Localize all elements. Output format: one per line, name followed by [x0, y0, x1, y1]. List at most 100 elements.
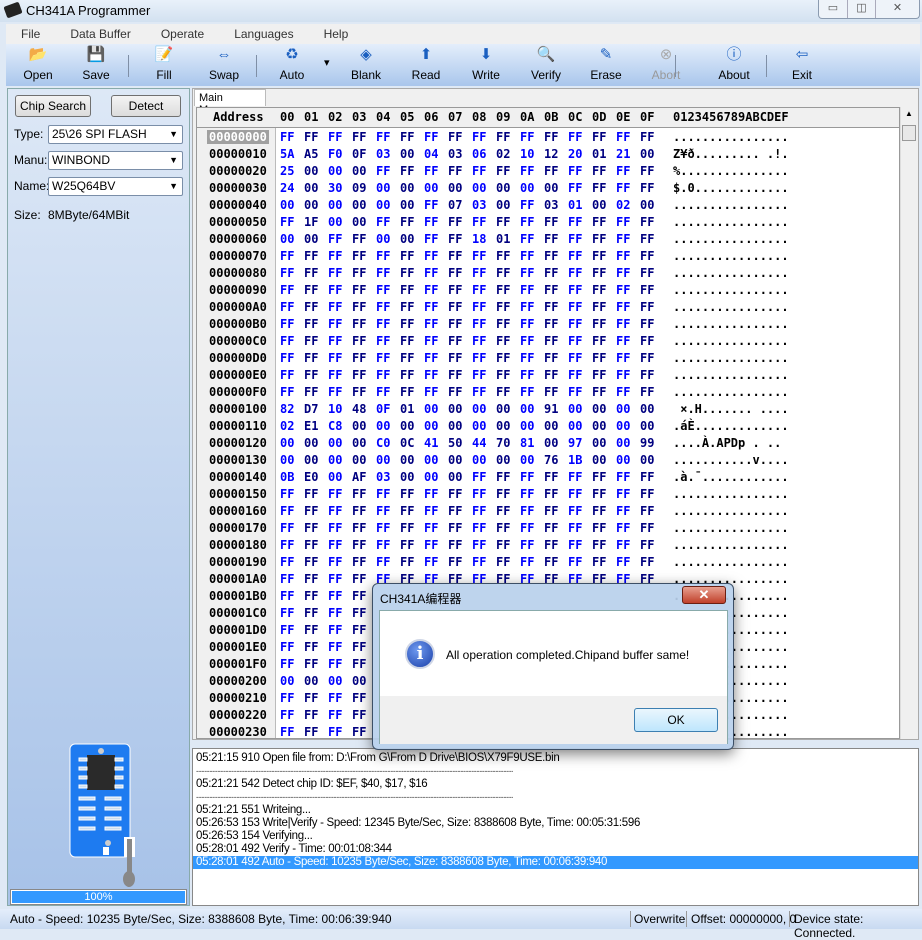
- hex-byte[interactable]: FF: [304, 572, 318, 586]
- hex-byte[interactable]: FF: [568, 130, 582, 144]
- tab-main-memory[interactable]: Main Memory: [194, 89, 266, 116]
- hex-byte[interactable]: FF: [304, 249, 318, 263]
- toolbar-save-button[interactable]: 💾 Save: [68, 46, 124, 82]
- hex-byte[interactable]: FF: [400, 538, 414, 552]
- hex-byte[interactable]: FF: [400, 334, 414, 348]
- hex-byte[interactable]: FF: [328, 368, 342, 382]
- hex-byte[interactable]: FF: [496, 215, 510, 229]
- hex-byte[interactable]: FF: [400, 368, 414, 382]
- hex-byte[interactable]: 00: [376, 181, 390, 195]
- hex-byte[interactable]: 01: [568, 198, 582, 212]
- hex-byte[interactable]: FF: [400, 130, 414, 144]
- hex-byte[interactable]: FF: [568, 232, 582, 246]
- hex-byte[interactable]: FF: [592, 300, 606, 314]
- hex-byte[interactable]: FF: [520, 470, 534, 484]
- hex-byte[interactable]: 18: [472, 232, 486, 246]
- hex-byte[interactable]: FF: [328, 640, 342, 654]
- hex-row[interactable]: 00000030 24 00 30 09 00 00 00 00 00 00 00 00 FF FF FF FF…: [197, 180, 899, 197]
- hex-byte[interactable]: 00: [592, 453, 606, 467]
- hex-byte[interactable]: FF: [592, 470, 606, 484]
- hex-byte[interactable]: FF: [448, 351, 462, 365]
- hex-byte[interactable]: 10: [520, 147, 534, 161]
- hex-byte[interactable]: FF: [304, 657, 318, 671]
- hex-byte[interactable]: 03: [448, 147, 462, 161]
- hex-byte[interactable]: 1F: [304, 215, 318, 229]
- hex-byte[interactable]: FF: [280, 215, 294, 229]
- hex-byte[interactable]: FF: [352, 606, 366, 620]
- hex-byte[interactable]: FF: [304, 266, 318, 280]
- hex-byte[interactable]: FF: [520, 283, 534, 297]
- hex-byte[interactable]: 09: [352, 181, 366, 195]
- hex-byte[interactable]: FF: [544, 130, 558, 144]
- hex-byte[interactable]: FF: [520, 385, 534, 399]
- menu-file[interactable]: File: [6, 24, 55, 44]
- hex-byte[interactable]: 00: [280, 198, 294, 212]
- hex-byte[interactable]: 00: [400, 453, 414, 467]
- hex-byte[interactable]: FF: [424, 334, 438, 348]
- hex-byte[interactable]: 12: [544, 147, 558, 161]
- hex-byte[interactable]: 00: [448, 419, 462, 433]
- hex-byte[interactable]: FF: [280, 623, 294, 637]
- hex-byte[interactable]: FF: [616, 368, 630, 382]
- hex-byte[interactable]: FF: [592, 249, 606, 263]
- hex-byte[interactable]: FF: [592, 181, 606, 195]
- hex-byte[interactable]: FF: [352, 640, 366, 654]
- hex-byte[interactable]: FF: [520, 164, 534, 178]
- hex-byte[interactable]: FF: [280, 555, 294, 569]
- hex-byte[interactable]: FF: [376, 283, 390, 297]
- hex-byte[interactable]: FF: [376, 555, 390, 569]
- hex-byte[interactable]: 00: [568, 419, 582, 433]
- hex-byte[interactable]: 00: [616, 419, 630, 433]
- hex-byte[interactable]: FF: [544, 300, 558, 314]
- hex-byte[interactable]: D7: [304, 402, 318, 416]
- hex-byte[interactable]: 00: [520, 453, 534, 467]
- hex-byte[interactable]: 00: [592, 198, 606, 212]
- hex-byte[interactable]: FF: [280, 283, 294, 297]
- hex-byte[interactable]: 00: [520, 419, 534, 433]
- hex-byte[interactable]: FF: [328, 130, 342, 144]
- hex-byte[interactable]: 00: [352, 215, 366, 229]
- hex-byte[interactable]: FF: [328, 623, 342, 637]
- hex-byte[interactable]: FF: [640, 300, 654, 314]
- hex-byte[interactable]: FF: [352, 266, 366, 280]
- hex-byte[interactable]: FF: [520, 487, 534, 501]
- hex-byte[interactable]: 0F: [352, 147, 366, 161]
- hex-byte[interactable]: 00: [328, 215, 342, 229]
- hex-byte[interactable]: FF: [352, 708, 366, 722]
- hex-byte[interactable]: FF: [400, 266, 414, 280]
- hex-row[interactable]: 00000060 00 00 FF FF 00 00 FF FF 18 01 FF FF FF FF FF FF…: [197, 231, 899, 248]
- hex-byte[interactable]: FF: [448, 521, 462, 535]
- hex-byte[interactable]: FF: [424, 538, 438, 552]
- hex-byte[interactable]: FF: [496, 164, 510, 178]
- toolbar-auto-button[interactable]: ♻ Auto: [264, 46, 320, 82]
- hex-byte[interactable]: FF: [280, 725, 294, 738]
- hex-byte[interactable]: 50: [448, 436, 462, 450]
- hex-byte[interactable]: 00: [544, 419, 558, 433]
- hex-byte[interactable]: 00: [424, 181, 438, 195]
- hex-byte[interactable]: FF: [352, 657, 366, 671]
- hex-row[interactable]: 00000090 FF FF FF FF FF FF FF FF FF FF FF FF FF FF FF FF…: [197, 282, 899, 299]
- hex-byte[interactable]: 00: [352, 436, 366, 450]
- hex-row[interactable]: 00000180 FF FF FF FF FF FF FF FF FF FF FF FF FF FF FF FF…: [197, 537, 899, 554]
- hex-byte[interactable]: FF: [304, 351, 318, 365]
- hex-byte[interactable]: 41: [424, 436, 438, 450]
- hex-byte[interactable]: FF: [496, 334, 510, 348]
- hex-byte[interactable]: 00: [472, 419, 486, 433]
- toolbar-verify-button[interactable]: 🔍 Verify: [518, 46, 574, 82]
- hex-byte[interactable]: FF: [304, 606, 318, 620]
- hex-byte[interactable]: 00: [304, 436, 318, 450]
- hex-byte[interactable]: FF: [592, 521, 606, 535]
- hex-byte[interactable]: FF: [568, 368, 582, 382]
- hex-byte[interactable]: FF: [616, 181, 630, 195]
- hex-byte[interactable]: FF: [328, 317, 342, 331]
- hex-byte[interactable]: FF: [448, 504, 462, 518]
- hex-byte[interactable]: 99: [640, 436, 654, 450]
- hex-byte[interactable]: 76: [544, 453, 558, 467]
- hex-byte[interactable]: FF: [472, 300, 486, 314]
- hex-byte[interactable]: E1: [304, 419, 318, 433]
- hex-byte[interactable]: FF: [568, 215, 582, 229]
- hex-byte[interactable]: 03: [544, 198, 558, 212]
- hex-byte[interactable]: FF: [544, 538, 558, 552]
- hex-byte[interactable]: 00: [400, 147, 414, 161]
- hex-byte[interactable]: FF: [640, 368, 654, 382]
